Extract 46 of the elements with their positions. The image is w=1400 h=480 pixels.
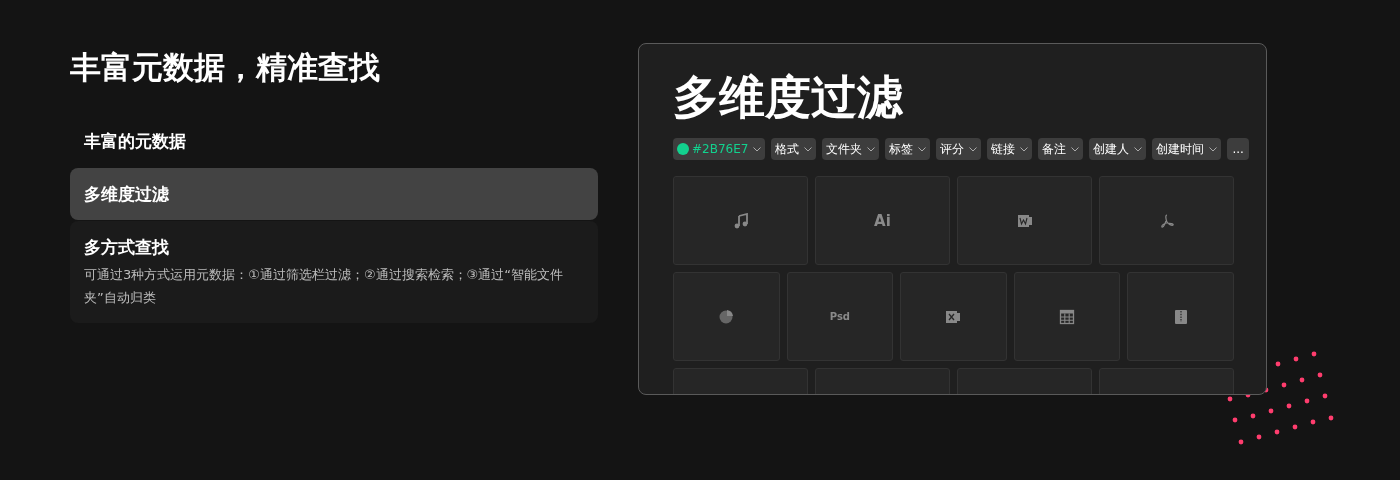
filter-dropdown[interactable]: 创建时间 bbox=[1152, 138, 1222, 160]
file-tile[interactable] bbox=[1013, 272, 1121, 361]
caret-icon bbox=[1020, 146, 1029, 152]
filter-dropdown[interactable]: 评分 bbox=[936, 138, 982, 160]
music-note-icon bbox=[732, 212, 749, 229]
filter-dropdown[interactable]: 备注 bbox=[1038, 138, 1084, 160]
file-tile[interactable]: Psd bbox=[786, 272, 894, 361]
more-button[interactable]: ... bbox=[1227, 138, 1249, 160]
item-title: 多方式查找 bbox=[84, 236, 170, 259]
color-filter[interactable]: #2B76E7 bbox=[673, 138, 766, 160]
sidebar-item[interactable]: 丰富的元数据 bbox=[70, 115, 598, 167]
item-description: 可通过3种方式运用元数据：①通过筛选栏过滤；②通过搜索检索；③通过“智能文件夹”自动归类 bbox=[84, 266, 564, 307]
caret-icon bbox=[1134, 146, 1143, 152]
filter-dropdown[interactable]: 标签 bbox=[885, 138, 931, 160]
caret-icon bbox=[804, 146, 813, 152]
item-title: 多维度过滤 bbox=[84, 183, 170, 206]
caret-icon bbox=[753, 146, 762, 152]
spreadsheet-document-icon bbox=[945, 308, 962, 325]
table-icon bbox=[1059, 308, 1076, 325]
file-tile[interactable] bbox=[1099, 176, 1234, 265]
caret-icon bbox=[1209, 146, 1218, 152]
caret-icon bbox=[867, 146, 876, 152]
file-tile[interactable] bbox=[957, 176, 1092, 265]
preview-title: 多维度过滤 bbox=[673, 69, 903, 126]
item-title: 丰富的元数据 bbox=[84, 130, 187, 153]
file-tile[interactable] bbox=[1127, 272, 1234, 361]
caret-icon bbox=[969, 146, 978, 152]
file-type-label: Psd bbox=[829, 311, 850, 322]
filter-dropdown[interactable]: 创建人 bbox=[1089, 138, 1147, 160]
pdf-icon bbox=[1158, 212, 1175, 229]
pie-chart-icon bbox=[718, 308, 735, 325]
filter-dropdown[interactable]: 链接 bbox=[987, 138, 1033, 160]
sidebar-item[interactable]: 多维度过滤 bbox=[70, 168, 598, 220]
file-tile[interactable] bbox=[673, 272, 780, 361]
file-tile[interactable] bbox=[900, 272, 1007, 361]
word-document-icon bbox=[1016, 212, 1033, 229]
file-tile[interactable]: Ai bbox=[815, 176, 950, 265]
zip-file-icon bbox=[1172, 308, 1189, 325]
sidebar-item[interactable]: 多方式查找 可通过3种方式运用元数据：①通过筛选栏过滤；②通过搜索检索；③通过“智能文件夹”自动归类 bbox=[70, 221, 598, 323]
caret-icon bbox=[1071, 146, 1080, 152]
file-type-label: Ai bbox=[874, 211, 891, 230]
filter-dropdown[interactable]: 格式 bbox=[771, 138, 817, 160]
section-heading: 丰富元数据，精准查找 bbox=[70, 48, 381, 87]
filter-dropdown[interactable]: 文件夹 bbox=[822, 138, 880, 160]
file-tile[interactable] bbox=[673, 176, 808, 265]
caret-icon bbox=[918, 146, 927, 152]
